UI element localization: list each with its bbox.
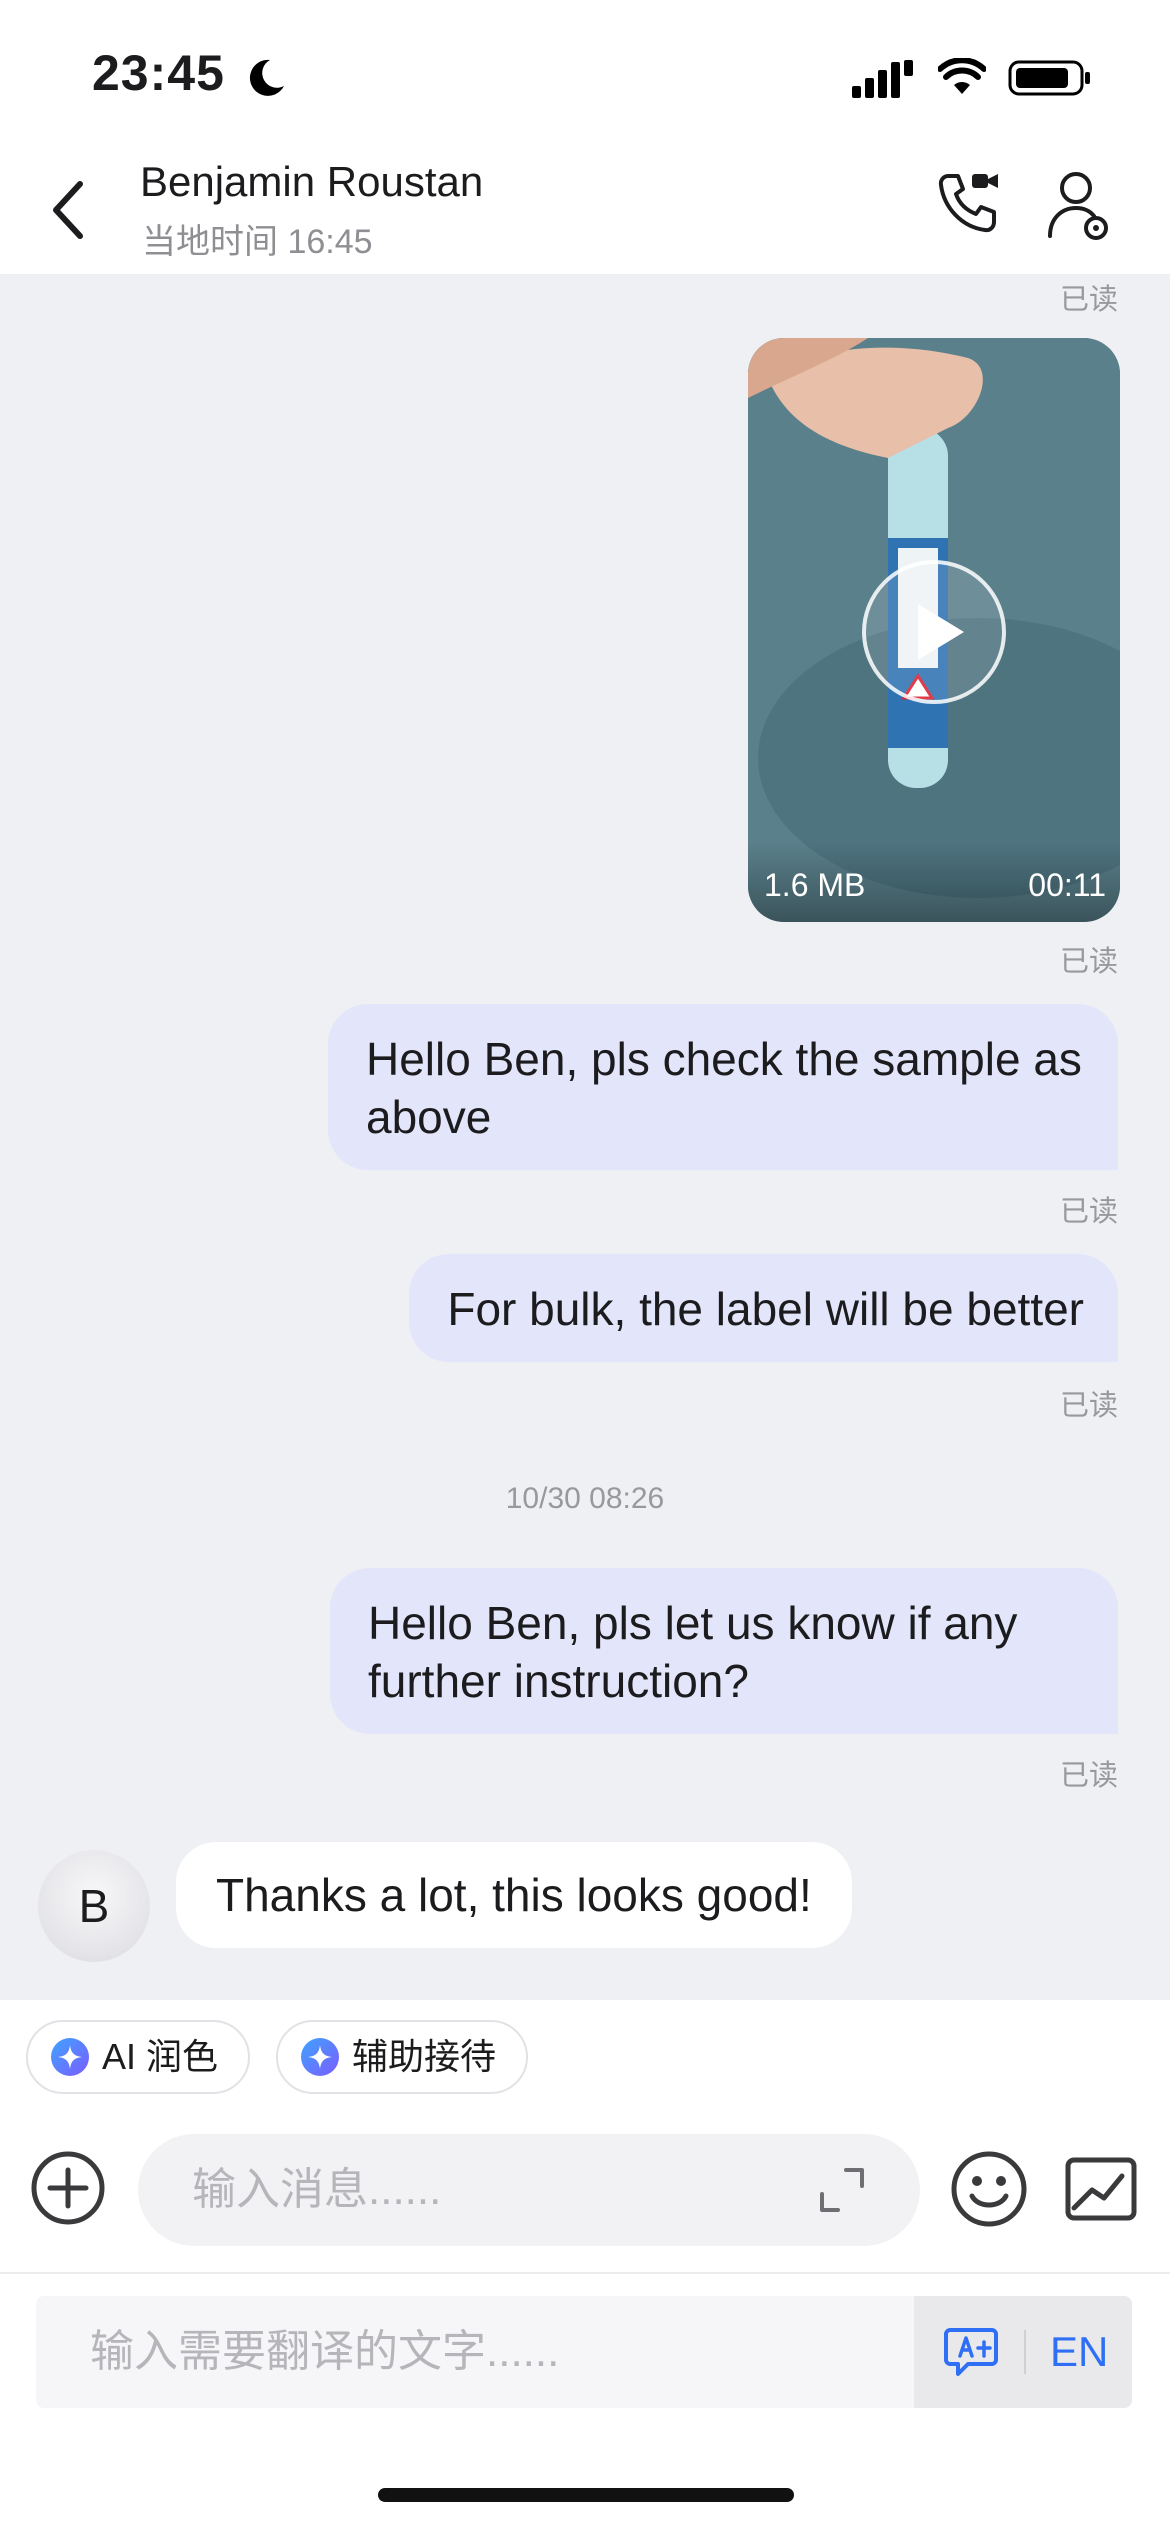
translate-bar: EN <box>36 2296 1132 2408</box>
contact-local-time: 当地时间 16:45 <box>142 223 373 261</box>
quick-actions-bar: AI 润色 辅助接待 <box>0 2000 1170 2110</box>
contact-avatar[interactable]: B <box>38 1850 150 1962</box>
read-receipt: 已读 <box>1059 1196 1118 1228</box>
contact-name[interactable]: Benjamin Roustan <box>140 158 483 206</box>
moon-icon <box>249 59 284 96</box>
sparkle-icon <box>51 2038 89 2076</box>
message-composer <box>0 2110 1170 2270</box>
play-icon[interactable] <box>860 558 1008 706</box>
translate-icon[interactable] <box>944 2326 998 2378</box>
phone-screen: 23:45 Benjamin Roustan 当地时间 16:45 已读 1.6… <box>0 0 1170 2532</box>
status-time: 23:45 <box>92 45 225 101</box>
video-duration: 00:11 <box>1028 867 1106 903</box>
image-icon[interactable] <box>1064 2152 1138 2226</box>
battery-icon <box>1008 60 1090 96</box>
outgoing-message[interactable]: For bulk, the label will be better <box>409 1254 1118 1362</box>
video-message[interactable]: 1.6 MB 00:11 <box>748 338 1120 922</box>
translate-tools: EN <box>914 2296 1132 2408</box>
read-receipt: 已读 <box>1059 946 1118 978</box>
read-receipt: 已读 <box>1059 284 1118 316</box>
emoji-icon[interactable] <box>950 2150 1028 2228</box>
contact-profile-icon[interactable] <box>1046 170 1112 242</box>
read-receipt: 已读 <box>1059 1390 1118 1422</box>
status-bar: 23:45 <box>0 0 1170 150</box>
home-indicator[interactable] <box>378 2488 794 2502</box>
outgoing-message[interactable]: Hello Ben, pls let us know if any furthe… <box>330 1568 1118 1734</box>
signal-icon <box>852 60 913 98</box>
chat-messages[interactable]: 已读 1.6 MB 00:11 已读 Hello Ben, pls check … <box>0 274 1170 2000</box>
translate-input[interactable] <box>36 2296 916 2408</box>
add-icon[interactable] <box>30 2150 106 2226</box>
chat-header: Benjamin Roustan 当地时间 16:45 <box>0 150 1170 274</box>
divider <box>0 2272 1170 2274</box>
video-file-size: 1.6 MB <box>764 867 866 903</box>
back-icon[interactable] <box>40 170 100 250</box>
video-meta-overlay: 1.6 MB 00:11 <box>748 842 1120 922</box>
tool-separator <box>1024 2330 1026 2374</box>
sparkle-icon <box>301 2038 339 2076</box>
read-receipt: 已读 <box>1059 1760 1118 1792</box>
wifi-icon <box>938 58 986 94</box>
target-language-button[interactable]: EN <box>1050 2296 1108 2408</box>
message-timestamp: 10/30 08:26 <box>505 1482 665 1515</box>
incoming-message[interactable]: Thanks a lot, this looks good! <box>176 1842 852 1948</box>
video-call-icon[interactable] <box>936 170 1002 236</box>
chip-label: 辅助接待 <box>352 2036 497 2077</box>
outgoing-message[interactable]: Hello Ben, pls check the sample as above <box>328 1004 1118 1170</box>
assist-reception-chip[interactable]: 辅助接待 <box>276 2020 529 2094</box>
expand-icon[interactable] <box>816 2164 868 2216</box>
chip-label: AI 润色 <box>102 2036 219 2077</box>
message-input[interactable] <box>138 2134 920 2246</box>
ai-polish-chip[interactable]: AI 润色 <box>26 2020 251 2094</box>
